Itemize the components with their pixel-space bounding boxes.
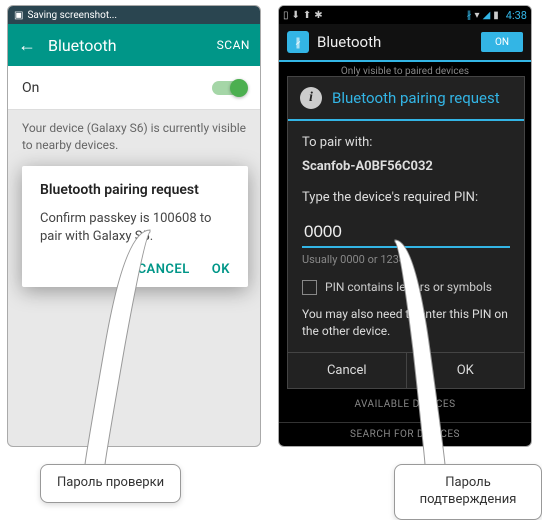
signal-icon: ▾ <box>475 10 480 21</box>
bluetooth-app-icon: ∦ <box>287 31 309 53</box>
phone-light: ▣ Saving screenshot... ← Bluetooth SCAN … <box>7 5 261 447</box>
bluetooth-icon: ∦ <box>467 10 472 21</box>
pin-hint-usually: Usually 0000 or 1234 <box>302 252 510 269</box>
header: ∦ Bluetooth ON <box>279 24 531 62</box>
header: ← Bluetooth SCAN <box>8 24 260 66</box>
bluetooth-on-row: On <box>8 66 260 110</box>
back-arrow-icon[interactable]: ← <box>18 35 36 56</box>
available-devices-label: AVAILABLE DEVICES <box>279 391 531 418</box>
status-bar: ▯ ⬇ ⬆ ✱ ∦ ▾ ◢ ▮ 4:38 <box>279 6 531 24</box>
info-icon: i <box>300 87 322 109</box>
status-bar: ▣ Saving screenshot... <box>8 6 260 24</box>
notif-icon: ✱ <box>314 10 322 21</box>
search-devices-button[interactable]: SEARCH FOR DEVICES <box>279 422 531 446</box>
battery-icon: ▮ <box>493 10 499 21</box>
notif-icon: ⬇ <box>292 10 300 21</box>
save-icon: ▣ <box>14 10 23 21</box>
pairing-dialog: i Bluetooth pairing request To pair with… <box>287 76 525 389</box>
checkbox-label: PIN contains letters or symbols <box>325 278 492 296</box>
ok-button[interactable]: OK <box>212 262 230 277</box>
pin-note: You may also need to enter this PIN on t… <box>302 306 510 340</box>
visibility-text: Your device (Galaxy S6) is currently vis… <box>8 110 260 164</box>
bluetooth-on-button[interactable]: ON <box>481 32 523 52</box>
bluetooth-toggle[interactable] <box>212 81 246 95</box>
device-name: Scanfob-A0BF56C032 <box>302 157 510 177</box>
dialog-title: Bluetooth pairing request <box>332 89 500 107</box>
dialog-actions: CANCEL OK <box>40 262 230 277</box>
pairing-dialog: Bluetooth pairing request Confirm passke… <box>22 166 248 287</box>
status-text: Saving screenshot... <box>27 10 117 21</box>
pair-with-label: To pair with: <box>302 133 510 153</box>
wifi-icon: ◢ <box>483 10 491 21</box>
ok-button[interactable]: OK <box>407 353 525 388</box>
type-pin-hint: Type the device's required PIN: <box>302 188 510 208</box>
scan-button[interactable]: SCAN <box>217 38 250 52</box>
checkbox[interactable] <box>302 280 317 295</box>
dialog-title-row: i Bluetooth pairing request <box>288 77 524 121</box>
dialog-body: Confirm passkey is 100608 to pair with G… <box>40 210 230 246</box>
clock: 4:38 <box>506 9 527 22</box>
dialog-actions: Cancel OK <box>288 352 524 388</box>
phone-dark: ▯ ⬇ ⬆ ✱ ∦ ▾ ◢ ▮ 4:38 ∦ Bluetooth ON Only… <box>278 5 532 447</box>
on-label: On <box>22 80 212 96</box>
callout-confirm-password: Пароль подтверждения <box>394 464 542 520</box>
pin-input[interactable] <box>302 218 510 248</box>
header-title: Bluetooth <box>48 36 217 55</box>
cancel-button[interactable]: Cancel <box>288 353 407 388</box>
notif-icon: ▯ <box>283 10 289 21</box>
pin-letters-checkbox-row[interactable]: PIN contains letters or symbols <box>302 278 510 296</box>
header-title: Bluetooth <box>317 33 481 51</box>
dialog-title: Bluetooth pairing request <box>40 182 230 198</box>
callout-verify-password: Пароль проверки <box>40 464 181 503</box>
cancel-button[interactable]: CANCEL <box>138 262 190 277</box>
notif-icon: ⬆ <box>303 10 311 21</box>
